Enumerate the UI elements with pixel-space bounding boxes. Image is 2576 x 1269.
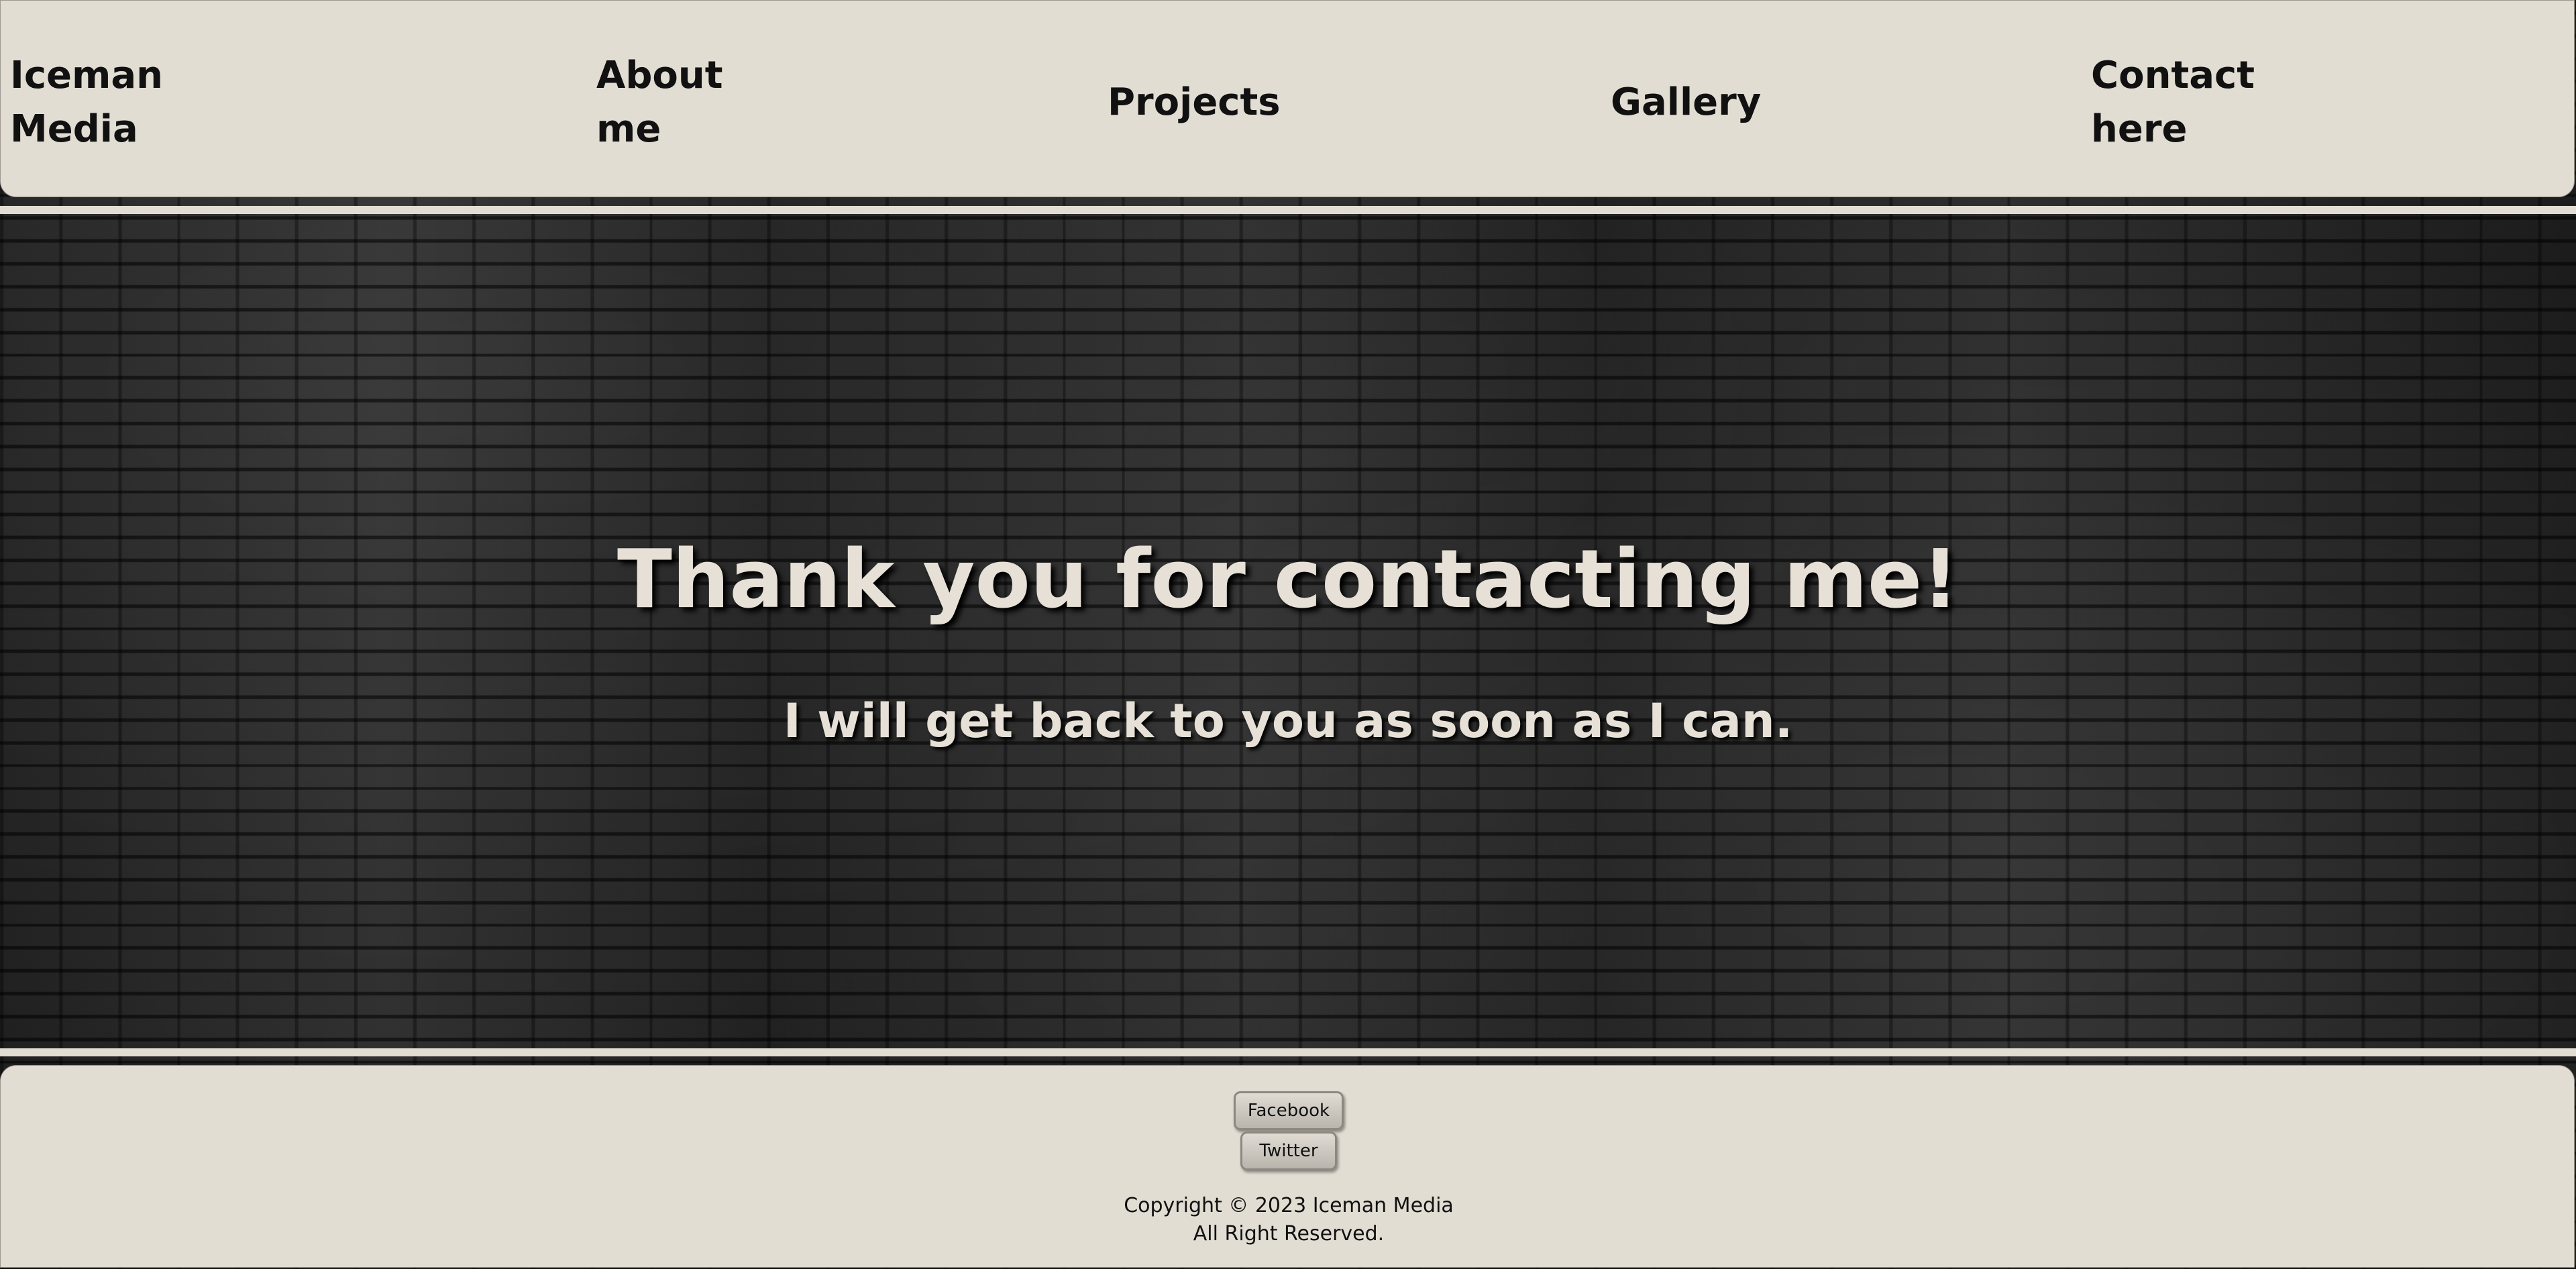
bottom-divider (0, 1048, 2576, 1056)
site-header: Iceman Media About me Projects Gallery C… (0, 0, 2575, 197)
brand-logo-link[interactable]: Iceman Media (10, 49, 163, 156)
nav-about-line-2: me (596, 107, 661, 151)
page-title: Thank you for contacting me! (617, 533, 1959, 626)
nav-gallery[interactable]: Gallery (1611, 76, 1761, 129)
twitter-button[interactable]: Twitter (1240, 1132, 1337, 1170)
page-subtitle: I will get back to you as soon as I can. (783, 694, 1793, 749)
brand-line-1: Iceman (10, 54, 164, 97)
nav-about[interactable]: About me (596, 49, 723, 156)
nav-projects[interactable]: Projects (1108, 76, 1281, 129)
copyright-line-1: Copyright © 2023 Iceman Media (1124, 1194, 1454, 1217)
site-footer: Facebook Twitter Copyright © 2023 Iceman… (0, 1065, 2575, 1268)
top-divider (0, 206, 2576, 214)
nav-contact[interactable]: Contact here (2091, 49, 2255, 156)
copyright-line-2: All Right Reserved. (1193, 1222, 1385, 1246)
brand-line-2: Media (10, 107, 138, 151)
facebook-button[interactable]: Facebook (1234, 1091, 1344, 1130)
nav-contact-line-2: here (2091, 107, 2188, 151)
nav-about-line-1: About (596, 54, 723, 97)
nav-contact-line-1: Contact (2091, 54, 2255, 97)
